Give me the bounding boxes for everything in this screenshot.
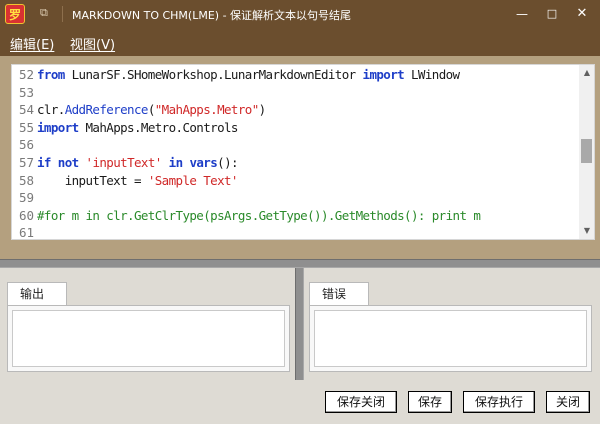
vertical-splitter[interactable]	[295, 268, 304, 380]
code-token: LWindow	[404, 67, 460, 82]
line-number: 53	[18, 84, 34, 100]
scroll-thumb[interactable]	[581, 139, 592, 163]
app-icon: 罗	[5, 4, 25, 24]
code-line[interactable]: from LunarSF.SHomeWorkshop.LunarMarkdown…	[37, 67, 460, 82]
code-token: vars	[189, 155, 218, 170]
code-line[interactable]: #for m in clr.GetClrType(psArgs.GetType(…	[37, 207, 481, 223]
line-number: 56	[18, 137, 34, 153]
code-token: import	[37, 119, 79, 135]
code-token: "MahApps.Metro"	[154, 102, 259, 118]
code-token: (	[147, 102, 156, 118]
code-token: ():	[217, 155, 238, 170]
scroll-down-icon[interactable]: ▼	[579, 223, 594, 239]
code-token: MahApps.Metro.Controls	[78, 119, 238, 135]
close-button[interactable]: 关闭	[546, 391, 590, 413]
minimize-button[interactable]: —	[512, 4, 532, 24]
code-token: inputText =	[37, 172, 148, 188]
error-textbox[interactable]	[314, 310, 587, 367]
code-token: from	[37, 67, 65, 82]
code-token: 'inputText'	[85, 155, 163, 170]
code-token: AddReference	[64, 102, 149, 118]
output-pane	[7, 305, 290, 372]
code-token: clr.	[37, 102, 65, 118]
code-token: 'Sample Text'	[147, 172, 239, 188]
code-line[interactable]: inputText = 'Sample Text'	[37, 172, 239, 188]
line-number: 55	[18, 119, 34, 135]
line-number: 58	[18, 172, 34, 188]
code-editor[interactable]: 52 from LunarSF.SHomeWorkshop.LunarMarkdo…	[11, 64, 595, 240]
menu-bar: 编辑(E) 视图(V)	[0, 28, 600, 56]
menu-edit[interactable]: 编辑(E)	[10, 34, 54, 53]
line-number: 61	[18, 225, 34, 240]
tab-errors[interactable]: 错误	[309, 282, 369, 306]
code-line[interactable]: clr.AddReference("MahApps.Metro")	[37, 102, 266, 117]
error-pane	[309, 305, 592, 372]
code-token: not	[57, 155, 79, 170]
line-number: 59	[18, 190, 34, 206]
horizontal-splitter[interactable]	[0, 259, 600, 268]
title-separator	[62, 6, 63, 22]
pin-icon[interactable]: ⧉	[40, 6, 48, 20]
code-token: )	[258, 102, 267, 118]
save-close-button[interactable]: 保存关闭	[325, 391, 397, 413]
save-button[interactable]: 保存	[408, 391, 452, 413]
code-token: in	[168, 155, 183, 170]
scroll-up-icon[interactable]: ▲	[579, 65, 594, 81]
code-token: import	[362, 67, 405, 82]
line-number: 54	[18, 102, 34, 118]
vertical-scrollbar[interactable]: ▲ ▼	[579, 65, 594, 239]
code-token: if	[37, 155, 51, 170]
tab-output[interactable]: 输出	[7, 282, 67, 306]
line-number: 57	[18, 155, 34, 170]
maximize-button[interactable]: □	[542, 4, 562, 24]
code-line[interactable]: if not 'inputText' in vars():	[37, 155, 239, 170]
close-window-button[interactable]: ✕	[572, 4, 592, 24]
code-line[interactable]: import MahApps.Metro.Controls	[37, 120, 238, 135]
line-number: 52	[18, 67, 34, 82]
line-number: 60	[18, 207, 34, 223]
menu-view[interactable]: 视图(V)	[70, 34, 115, 53]
code-token: LunarSF.SHomeWorkshop.LunarMarkdownEdito…	[64, 67, 363, 82]
save-run-button[interactable]: 保存执行	[463, 391, 535, 413]
code-token: #for m in clr.GetClrType(psArgs.GetType(…	[37, 207, 481, 223]
title-bar: 罗 ⧉ MARKDOWN TO CHM(LME) - 保证解析文本以句号结尾 —…	[0, 0, 600, 28]
window-title: MARKDOWN TO CHM(LME) - 保证解析文本以句号结尾	[72, 9, 352, 22]
output-textbox[interactable]	[12, 310, 285, 367]
